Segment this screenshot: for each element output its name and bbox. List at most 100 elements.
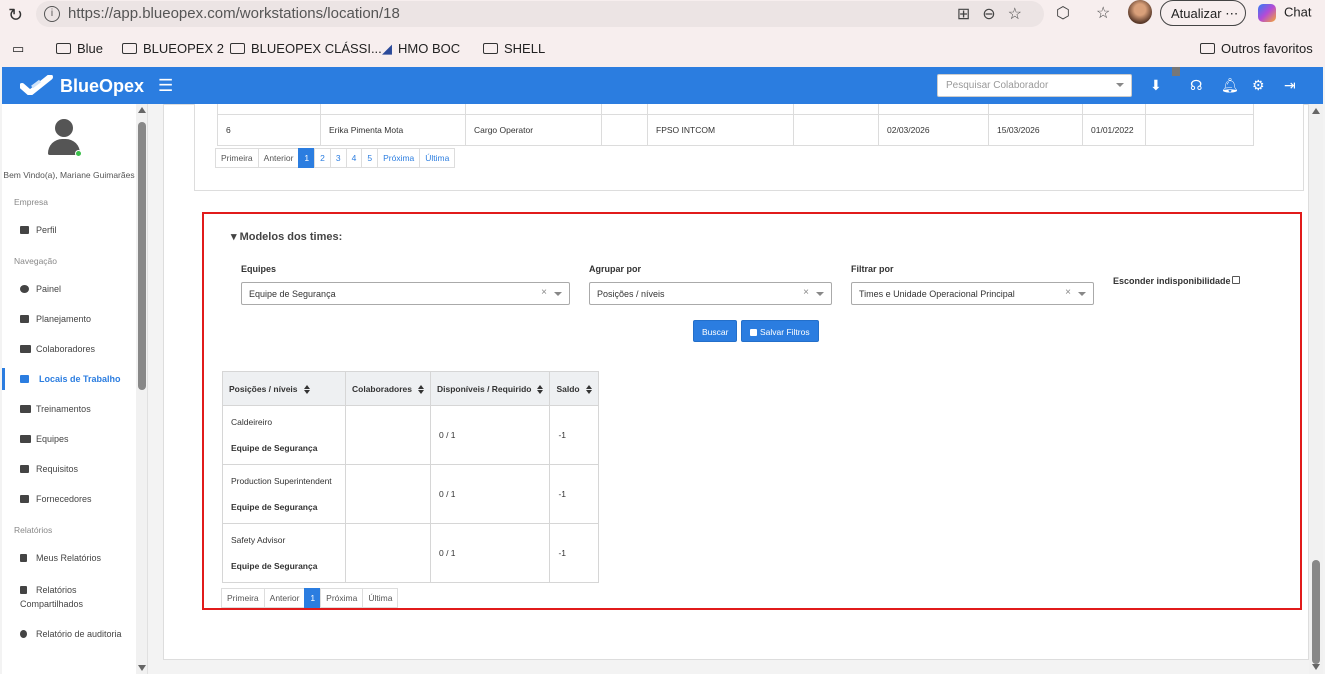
equipes-select[interactable]: Equipe de Segurança × bbox=[241, 282, 570, 305]
team-models-table: Posições / níveis Colaboradores Disponív… bbox=[222, 371, 599, 583]
brand-logo[interactable]: BlueOpex bbox=[19, 74, 145, 97]
salvar-filtros-button[interactable]: Salvar Filtros bbox=[741, 320, 819, 342]
extensions-icon[interactable]: ⬡ bbox=[1056, 3, 1070, 23]
pager-page-2[interactable]: 2 bbox=[314, 148, 331, 168]
section-title[interactable]: ▾ Modelos dos times: bbox=[231, 230, 342, 243]
scrollbar-thumb[interactable] bbox=[1312, 560, 1320, 664]
favorites-bar: ▭ Blue BLUEOPEX 2 BLUEOPEX CLÁSSI... ◢ HM… bbox=[0, 36, 1325, 62]
pager-prev[interactable]: Anterior bbox=[257, 148, 300, 168]
favorite-hmo-boc[interactable]: ◢ HMO BOC bbox=[382, 41, 460, 57]
briefcase-icon bbox=[20, 495, 29, 503]
online-status-icon bbox=[75, 150, 82, 157]
sidebar-item-colaboradores[interactable]: Colaboradores bbox=[2, 338, 136, 360]
sidebar-item-meus-relatorios[interactable]: Meus Relatórios bbox=[2, 547, 136, 569]
row-col4 bbox=[601, 113, 648, 146]
scroll-down-icon[interactable] bbox=[1312, 664, 1320, 670]
collaborator-search-placeholder: Pesquisar Colaborador bbox=[946, 80, 1049, 91]
address-bar[interactable]: i https://app.blueopex.com/workstations/… bbox=[36, 1, 1044, 27]
pager-page-1[interactable]: 1 bbox=[304, 588, 322, 608]
favorite-blueopex-classic[interactable]: BLUEOPEX CLÁSSI... bbox=[230, 41, 382, 56]
logout-icon[interactable]: ⇥ bbox=[1284, 77, 1296, 94]
url-text[interactable]: https://app.blueopex.com/workstations/lo… bbox=[68, 5, 400, 22]
scrollbar-thumb[interactable] bbox=[138, 122, 146, 390]
scroll-up-icon[interactable] bbox=[138, 107, 146, 113]
pager-next[interactable]: Próxima bbox=[377, 148, 421, 168]
tab-actions-icon[interactable]: ▭ bbox=[12, 41, 24, 57]
favorites-icon[interactable]: ☆ bbox=[1096, 3, 1110, 23]
pager-page-3[interactable]: 3 bbox=[329, 148, 347, 168]
user-avatar[interactable] bbox=[48, 119, 82, 157]
sidebar-item-relatorios-compartilhados[interactable]: Relatórios Compartilhados bbox=[2, 580, 136, 610]
sidebar-item-requisitos[interactable]: Requisitos bbox=[2, 458, 136, 480]
sidebar-item-relatorio-auditoria[interactable]: Relatório de auditoria bbox=[2, 624, 136, 654]
col-header-positions[interactable]: Posições / níveis bbox=[222, 371, 346, 406]
main-scrollbar[interactable] bbox=[1309, 104, 1323, 674]
brand-name: BlueOpex bbox=[60, 76, 145, 96]
row-role: Cargo Operator bbox=[465, 113, 602, 146]
row-date2: 15/03/2026 bbox=[988, 113, 1083, 146]
sidebar-item-fornecedores[interactable]: Fornecedores bbox=[2, 488, 136, 510]
site-info-icon[interactable]: i bbox=[44, 6, 60, 22]
update-label: Atualizar bbox=[1171, 6, 1222, 21]
scroll-down-icon[interactable] bbox=[138, 665, 146, 671]
filtrar-select[interactable]: Times e Unidade Operacional Principal × bbox=[851, 282, 1094, 305]
section-empresa: Empresa bbox=[14, 197, 49, 207]
pager-first[interactable]: Primeira bbox=[221, 588, 265, 608]
esconder-checkbox[interactable] bbox=[1231, 276, 1240, 284]
sidebar-item-planejamento[interactable]: Planejamento bbox=[2, 308, 136, 330]
sidebar-item-locais-de-trabalho[interactable]: Locais de Trabalho bbox=[2, 368, 136, 390]
sort-icon bbox=[303, 384, 310, 394]
sidebar-scrollbar[interactable] bbox=[136, 104, 147, 674]
buscar-button[interactable]: Buscar bbox=[693, 320, 738, 342]
table-row[interactable]: 6 Erika Pimenta Mota Cargo Operator FPSO… bbox=[217, 113, 1254, 146]
gear-icon[interactable]: ⚙ bbox=[1252, 77, 1265, 94]
clear-icon[interactable]: × bbox=[1065, 287, 1071, 298]
favorite-blueopex2[interactable]: BLUEOPEX 2 bbox=[122, 41, 224, 56]
address-bar-icons[interactable]: ⊞⊖☆ bbox=[957, 4, 1034, 24]
agrupar-select[interactable]: Posições / níveis × bbox=[589, 282, 832, 305]
app-header: BlueOpex ☰ Pesquisar Colaborador ⬇ ☊ 🔔︎ … bbox=[2, 67, 1323, 104]
sidebar-item-treinamentos[interactable]: Treinamentos bbox=[2, 398, 136, 420]
pager-next[interactable]: Próxima bbox=[320, 588, 364, 608]
sort-icon bbox=[418, 384, 424, 394]
pager-prev[interactable]: Anterior bbox=[263, 588, 306, 608]
top-pagination: Primeira Anterior 1 2 3 4 5 Próxima Últi… bbox=[215, 148, 456, 168]
sidebar-item-equipes[interactable]: Equipes bbox=[2, 428, 136, 450]
collaborator-search-select[interactable]: Pesquisar Colaborador bbox=[937, 74, 1132, 97]
collaborator-name-link[interactable]: Erika Pimenta Mota bbox=[320, 113, 466, 146]
cell-collaborators bbox=[345, 464, 431, 524]
download-icon[interactable]: ⬇ bbox=[1150, 77, 1162, 94]
bell-icon[interactable]: 🔔︎ bbox=[1221, 77, 1239, 94]
pager-first[interactable]: Primeira bbox=[215, 148, 259, 168]
pager-last[interactable]: Última bbox=[419, 148, 456, 168]
favorite-blue[interactable]: Blue bbox=[56, 41, 103, 56]
training-icon bbox=[20, 405, 31, 413]
row-index: 6 bbox=[217, 113, 321, 146]
sidebar-item-perfil[interactable]: Perfil bbox=[2, 219, 136, 241]
pager-page-5[interactable]: 5 bbox=[361, 148, 379, 168]
scroll-up-icon[interactable] bbox=[1312, 108, 1320, 114]
clear-icon[interactable]: × bbox=[803, 287, 809, 298]
favorite-shell[interactable]: SHELL bbox=[483, 41, 545, 56]
pager-page-4[interactable]: 4 bbox=[345, 148, 363, 168]
other-favorites[interactable]: Outros favoritos bbox=[1200, 41, 1313, 56]
section-navegacao: Navegação bbox=[14, 256, 58, 266]
update-button[interactable]: Atualizar ⋯ bbox=[1160, 0, 1246, 26]
pager-page-1[interactable]: 1 bbox=[298, 148, 316, 168]
menu-toggle-icon[interactable]: ☰ bbox=[158, 76, 173, 96]
chat-button[interactable]: Chat bbox=[1258, 4, 1311, 22]
reload-icon[interactable]: ↻ bbox=[8, 5, 23, 26]
pager-last[interactable]: Última bbox=[362, 588, 399, 608]
clear-icon[interactable]: × bbox=[541, 287, 547, 298]
collaborators-table: 6 Erika Pimenta Mota Cargo Operator FPSO… bbox=[217, 104, 1254, 146]
cell-balance: -1 bbox=[549, 464, 599, 524]
support-icon[interactable]: ☊ bbox=[1190, 77, 1202, 94]
cell-position: Safety Advisor Equipe de Segurança bbox=[222, 523, 346, 583]
profile-avatar[interactable] bbox=[1128, 0, 1152, 24]
col-header-available[interactable]: Disponíveis / Requirido bbox=[429, 371, 551, 406]
folder-icon bbox=[1200, 43, 1215, 54]
col-header-collaborators[interactable]: Colaboradores bbox=[345, 371, 431, 406]
col-header-balance[interactable]: Saldo bbox=[549, 371, 599, 406]
briefcase-icon bbox=[20, 226, 29, 234]
sidebar-item-painel[interactable]: Painel bbox=[2, 278, 136, 300]
